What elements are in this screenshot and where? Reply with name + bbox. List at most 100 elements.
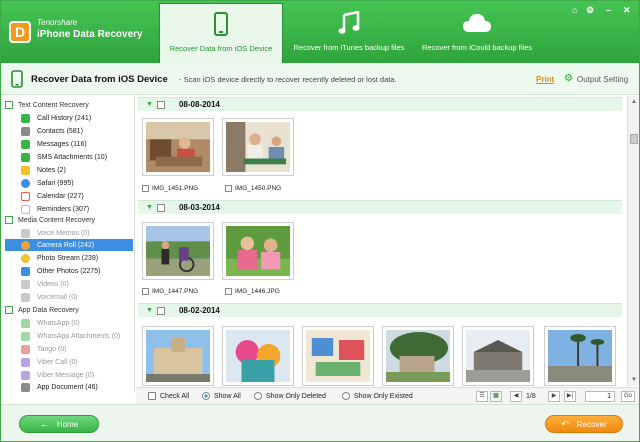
grid-view-icon[interactable]: ▦ (490, 391, 502, 402)
last-page-icon[interactable]: ▶| (564, 391, 576, 402)
sidebar-item-whatsapp-attachments[interactable]: WhatsApp Attachments (0) (21, 330, 133, 342)
video-icon (21, 279, 30, 289)
sidebar-item-safari[interactable]: Safari (995) (21, 177, 133, 189)
sidebar-item-sms-attachments[interactable]: SMS Attachments (10) (21, 151, 133, 163)
brand-company: Tenorshare (37, 18, 78, 27)
whatsapp-icon (21, 318, 30, 328)
show-all-radio[interactable] (202, 392, 210, 400)
sidebar-item-photo-stream[interactable]: Photo Stream (239) (21, 252, 133, 264)
sidebar-item-videos[interactable]: Videos (0) (21, 278, 133, 290)
close-icon[interactable]: ✕ (623, 5, 631, 16)
show-deleted-radio[interactable] (254, 392, 262, 400)
sidebar-item-voicemail[interactable]: Voicemail (0) (21, 291, 133, 303)
photo-thumbnail[interactable] (382, 326, 454, 386)
category-checkbox[interactable] (5, 306, 13, 314)
date-group-header[interactable]: ▼ 08-02-2014 (138, 303, 622, 317)
photo-checkbox[interactable] (142, 184, 149, 192)
tab-recover-icloud[interactable]: Recover from iCould backup files (415, 3, 539, 63)
scroll-down-icon[interactable]: ▼ (630, 376, 638, 384)
photo-thumbnail[interactable] (222, 222, 294, 280)
check-all-checkbox[interactable] (148, 392, 156, 400)
photo-checkbox[interactable] (225, 287, 232, 295)
home-button[interactable]: ← Home (19, 415, 99, 433)
photo-filename: IMG_1447.PNG (152, 287, 199, 295)
viber-message-icon (21, 370, 30, 380)
sidebar-category-media[interactable]: Media Content Recovery (5, 214, 95, 226)
sidebar-item-label: Voice Memos (0) (37, 229, 90, 237)
vertical-scrollbar[interactable]: ▲ ▼ (627, 96, 639, 386)
page-number-input[interactable]: 1 (585, 391, 615, 402)
header: D Tenorshare iPhone Data Recovery Recove… (1, 1, 639, 63)
category-checkbox[interactable] (5, 101, 13, 109)
date-group-checkbox[interactable] (156, 203, 165, 212)
date-group-header[interactable]: ▼ 08-08-2014 (138, 97, 622, 111)
photo-caption[interactable]: IMG_1450.PNG (225, 183, 281, 193)
sidebar-category-text[interactable]: Text Content Recovery (5, 99, 89, 111)
tab-recover-ios[interactable]: Recover Data from iOS Device (159, 3, 283, 63)
photo-thumbnail[interactable] (302, 326, 374, 386)
photo-thumbnail[interactable] (222, 118, 294, 176)
sidebar-item-camera-roll[interactable]: Camera Roll (242) (5, 239, 133, 251)
sidebar-item-label: Viber Message (0) (37, 371, 95, 379)
minimize-icon[interactable]: – (606, 5, 611, 15)
date-group-checkbox[interactable] (156, 306, 165, 315)
show-all-option[interactable]: Show All (202, 392, 241, 400)
photo-thumbnail[interactable] (462, 326, 534, 386)
date-group-checkbox[interactable] (156, 100, 165, 109)
sidebar-category-app[interactable]: App Data Recovery (5, 304, 79, 316)
output-setting-link[interactable]: Output Setting (577, 75, 628, 84)
photo-checkbox[interactable] (225, 184, 232, 192)
document-icon (21, 382, 30, 392)
collapse-arrow-icon[interactable]: ▼ (146, 307, 153, 314)
collapse-arrow-icon[interactable]: ▼ (146, 101, 153, 108)
next-page-icon[interactable]: ▶ (548, 391, 560, 402)
photo-thumbnail[interactable] (142, 118, 214, 176)
sidebar-item-app-document[interactable]: App Document (46) (21, 381, 133, 393)
notes-icon (21, 165, 30, 175)
voice-memo-icon (21, 228, 30, 238)
photo-thumbnail[interactable] (222, 326, 294, 386)
viber-call-icon (21, 357, 30, 367)
sidebar-item-messages[interactable]: Messages (116) (21, 138, 133, 150)
recover-button-label: Recover (576, 419, 607, 429)
photo-thumbnail[interactable] (544, 326, 616, 386)
go-button[interactable]: Go (621, 391, 635, 402)
app-window: D Tenorshare iPhone Data Recovery Recove… (0, 0, 640, 442)
date-group-header[interactable]: ▼ 08-03-2014 (138, 200, 622, 214)
sidebar-item-label: App Document (46) (37, 383, 98, 391)
home-window-icon[interactable]: ⌂ (572, 5, 577, 15)
print-link[interactable]: Print (536, 75, 554, 84)
list-view-icon[interactable]: ☰ (476, 391, 488, 402)
show-deleted-option[interactable]: Show Only Deleted (254, 392, 326, 400)
sidebar-item-voice-memos[interactable]: Voice Memos (0) (21, 227, 133, 239)
scroll-up-icon[interactable]: ▲ (630, 98, 638, 106)
tab-recover-itunes[interactable]: Recover from iTunes backup files (285, 3, 413, 63)
sidebar-item-tango[interactable]: Tango (0) (21, 343, 133, 355)
prev-page-icon[interactable]: ◀ (510, 391, 522, 402)
photo-filename: IMG_1450.PNG (235, 184, 282, 192)
sidebar-item-whatsapp[interactable]: WhatsApp (0) (21, 317, 133, 329)
settings-window-icon[interactable]: ⚙ (586, 5, 594, 16)
check-all-option[interactable]: Check All (148, 392, 189, 400)
photo-caption[interactable]: IMG_1451.PNG (142, 183, 198, 193)
sidebar-item-call-history[interactable]: Call History (241) (21, 112, 133, 124)
show-existed-radio[interactable] (342, 392, 350, 400)
recover-button[interactable]: ↶ Recover (545, 415, 623, 433)
photo-filename: IMG_1451.PNG (152, 184, 199, 192)
sidebar-item-viber-message[interactable]: Viber Message (0) (21, 369, 133, 381)
scrollbar-thumb[interactable] (630, 134, 638, 144)
sidebar-item-contacts[interactable]: Contacts (581) (21, 125, 133, 137)
category-checkbox[interactable] (5, 216, 13, 224)
sidebar-item-calendar[interactable]: Calendar (227) (21, 190, 133, 202)
sidebar-item-label: Other Photos (2275) (37, 267, 101, 275)
photo-thumbnail[interactable] (142, 222, 214, 280)
collapse-arrow-icon[interactable]: ▼ (146, 204, 153, 211)
photo-caption[interactable]: IMG_1446.JPG (225, 286, 280, 296)
photo-caption[interactable]: IMG_1447.PNG (142, 286, 198, 296)
photo-checkbox[interactable] (142, 287, 149, 295)
show-existed-option[interactable]: Show Only Existed (342, 392, 413, 400)
sidebar-item-other-photos[interactable]: Other Photos (2275) (21, 265, 133, 277)
photo-thumbnail[interactable] (142, 326, 214, 386)
sidebar-item-notes[interactable]: Notes (2) (21, 164, 133, 176)
sidebar-item-viber-call[interactable]: Viber Call (0) (21, 356, 133, 368)
